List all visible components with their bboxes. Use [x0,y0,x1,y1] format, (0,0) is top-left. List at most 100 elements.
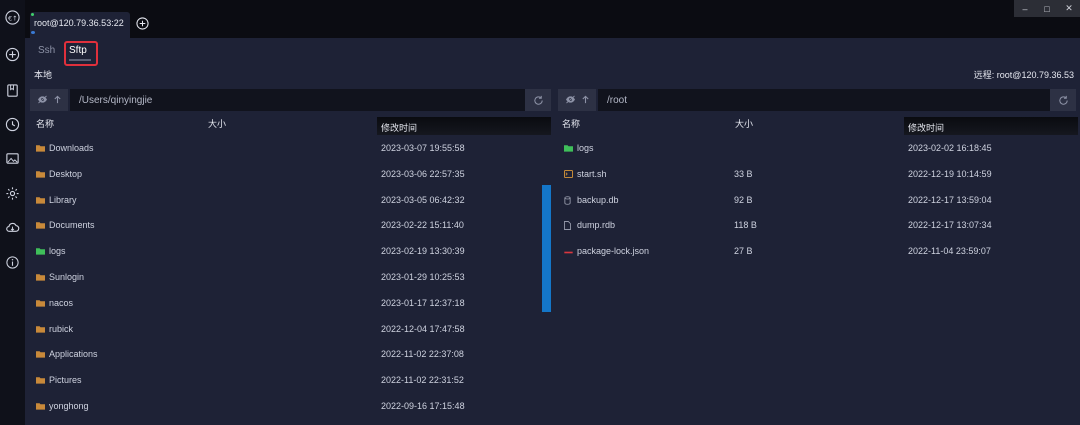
local-file-list: Downloads 2023-03-07 19:55:58 Desktop 2023-… [30,136,551,420]
file-name: start.sh [577,168,607,179]
file-name: Library [49,194,77,205]
local-panel-title: 本地 [34,70,53,80]
remote-path-input[interactable] [598,89,1052,111]
folder-icon [36,299,45,307]
file-name: Applications [49,349,98,360]
file-size: 118 B [734,220,757,231]
folder-icon [36,325,45,333]
info-icon[interactable] [5,255,20,270]
local-path-controls [30,89,68,111]
table-row[interactable]: Documents 2023-02-22 15:11:40 [30,213,551,239]
table-row[interactable]: package-lock.json 27 B 2022-11-04 23:59:07 [558,239,1080,265]
history-clock-icon[interactable] [5,117,20,132]
file-name: dump.rdb [577,220,616,231]
file-modified-time: 2022-12-17 13:07:34 [908,220,992,231]
file-size: 92 B [734,194,753,205]
remote-col-time: 修改时间 [908,123,945,133]
file-modified-time: 2023-02-19 13:30:39 [381,246,465,257]
session-tab[interactable]: root@120.79.36.53:22 [30,12,130,38]
json-file-icon [564,247,573,255]
table-row[interactable]: Downloads 2023-03-07 19:55:58 [30,136,551,162]
bookmark-icon[interactable] [5,83,20,98]
file-name: rubick [49,323,74,334]
remote-panel-title: 远程: root@120.79.36.53 [973,70,1074,80]
file-name: yonghong [49,400,89,411]
parent-dir-arrow-up-icon[interactable] [53,95,62,106]
file-modified-time: 2022-11-02 22:31:52 [381,375,464,386]
file-modified-time: 2023-02-02 16:18:45 [908,143,992,153]
cloud-sync-icon[interactable] [5,220,20,235]
file-modified-time: 2023-01-17 12:37:18 [381,297,465,308]
file-name: logs [49,246,66,257]
local-path-input[interactable] [70,89,551,111]
table-row[interactable]: nacos 2023-01-17 12:37:18 [30,291,551,317]
remote-col-time-header[interactable]: 修改时间 [904,117,1078,135]
svg-text:€↑: €↑ [8,14,18,22]
table-row[interactable]: logs 2023-02-19 13:30:39 [30,239,551,265]
file-modified-time: 2023-03-05 06:42:32 [381,194,465,205]
file-modified-time: 2023-01-29 10:25:53 [381,271,465,282]
local-file-panel: 名称 大小 修改时间 Downloads2023-03-07 19:55:58D… [30,89,551,425]
app-logo-icon[interactable]: €↑ [5,10,20,25]
file-icon [564,221,573,231]
file-modified-time: 2022-09-16 17:15:48 [381,400,465,411]
local-col-time: 修改时间 [381,123,418,133]
local-scrollbar-thumb[interactable] [542,185,551,312]
remote-file-panel: 名称 大小 修改时间 logs 2023-02-02 16:18:45 start.… [558,89,1080,425]
table-row[interactable]: Pictures 2022-11-02 22:31:52 [30,368,551,394]
remote-refresh-button[interactable] [1050,89,1076,111]
file-modified-time: 2023-03-07 19:55:58 [381,143,465,153]
remote-path-bar [558,89,1080,111]
maximize-button[interactable]: □ [1036,0,1058,17]
file-name: Desktop [49,168,83,179]
image-icon[interactable] [5,151,20,166]
table-row[interactable]: rubick 2022-12-04 17:47:58 [30,317,551,343]
sftp-main: Ssh Sftp 本地 远程: root@120.79.36.53 名称 大小 … [28,38,1080,425]
table-row[interactable]: backup.db 92 B 2022-12-17 13:59:04 [558,188,1080,214]
mode-tabs: Ssh Sftp [28,38,228,66]
folder-icon [36,221,45,229]
folder-icon [36,273,45,281]
file-size: 27 B [734,246,753,257]
add-connection-icon[interactable] [5,47,20,62]
table-row[interactable]: Applications 2022-11-02 22:37:08 [30,342,551,368]
tab-ssh[interactable]: Ssh [38,45,55,56]
local-col-name[interactable]: 名称 [36,117,54,135]
remote-col-size[interactable]: 大小 [735,117,753,135]
table-row[interactable]: start.sh 33 B 2022-12-19 10:14:59 [558,162,1080,188]
file-modified-time: 2022-11-02 22:37:08 [381,349,464,360]
session-tab-label: root@120.79.36.53:22 [34,18,124,28]
file-modified-time: 2023-03-06 22:57:35 [381,168,465,179]
file-modified-time: 2022-12-17 13:59:04 [908,194,992,205]
table-row[interactable]: yonghong 2022-09-16 17:15:48 [30,394,551,420]
file-name: Downloads [49,143,94,153]
refresh-icon [533,95,543,105]
remote-path-controls [558,89,596,111]
file-name: Documents [49,220,95,231]
table-row[interactable]: dump.rdb 118 B 2022-12-17 13:07:34 [558,213,1080,239]
database-file-icon [564,195,573,205]
toggle-hidden-eye-icon[interactable] [565,95,576,106]
local-col-time-header[interactable]: 修改时间 [377,117,551,135]
file-modified-time: 2022-12-04 17:47:58 [381,323,465,334]
settings-gear-icon[interactable] [5,186,20,201]
table-row[interactable]: logs 2023-02-02 16:18:45 [558,136,1080,162]
add-tab-icon[interactable] [136,17,149,30]
minimize-button[interactable]: – [1014,0,1036,17]
folder-icon [36,350,45,358]
remote-col-name[interactable]: 名称 [562,117,580,135]
local-refresh-button[interactable] [525,89,551,111]
file-modified-time: 2022-11-04 23:59:07 [908,246,991,257]
table-row[interactable]: Library 2023-03-05 06:42:32 [30,188,551,214]
green-folder-icon [564,144,573,152]
toggle-hidden-eye-icon[interactable] [37,95,48,106]
parent-dir-arrow-up-icon[interactable] [581,95,590,106]
close-button[interactable]: ✕ [1058,0,1080,17]
window-controls: – □ ✕ [1014,0,1080,17]
table-row[interactable]: Sunlogin 2023-01-29 10:25:53 [30,265,551,291]
file-name: nacos [49,297,74,308]
file-name: Pictures [49,375,82,386]
file-name: package-lock.json [577,246,650,257]
local-col-size[interactable]: 大小 [208,117,226,135]
table-row[interactable]: Desktop 2023-03-06 22:57:35 [30,162,551,188]
